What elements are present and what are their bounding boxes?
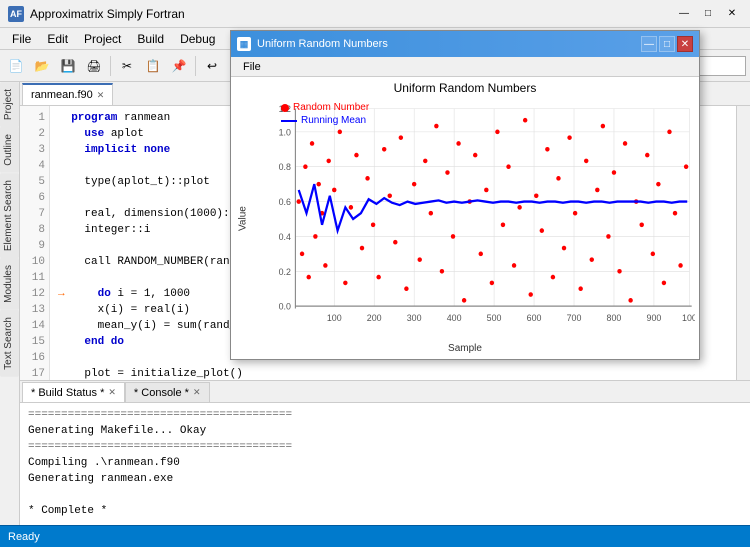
svg-text:400: 400 [447, 313, 462, 323]
chart-title: Uniform Random Numbers [235, 81, 695, 95]
bottom-panel: * Build Status * ✕ * Console * ✕ =======… [20, 380, 750, 525]
sidebar-item-modules[interactable]: Modules [0, 258, 19, 310]
open-button[interactable]: 📂 [30, 54, 54, 78]
svg-text:200: 200 [367, 313, 382, 323]
plot-content: Uniform Random Numbers Value Random Numb… [231, 77, 699, 359]
plot-menubar: File [231, 57, 699, 77]
close-build-tab[interactable]: ✕ [108, 387, 116, 398]
app-title: Approximatrix Simply Fortran [30, 7, 674, 21]
new-file-button[interactable]: 📄 [4, 54, 28, 78]
sidebar-item-text-search[interactable]: Text Search [0, 310, 19, 377]
build-status-tab[interactable]: * Build Status * ✕ [22, 382, 125, 402]
svg-text:100: 100 [327, 313, 342, 323]
separator-2: ======================================== [28, 439, 742, 455]
app-icon: AF [8, 6, 24, 22]
plot-close-button[interactable]: ✕ [677, 36, 693, 52]
plot-icon: ▦ [237, 37, 251, 51]
toolbar-separator-2 [195, 56, 196, 76]
svg-text:0.6: 0.6 [279, 197, 291, 207]
toolbar-separator-1 [110, 56, 111, 76]
x-axis-label: Sample [235, 343, 695, 354]
close-tab-button[interactable]: ✕ [97, 90, 105, 101]
svg-text:0.0: 0.0 [279, 301, 291, 311]
console-tab[interactable]: * Console * ✕ [125, 382, 210, 402]
paste-button[interactable]: 📌 [167, 54, 191, 78]
legend-random-number: Random Number [281, 102, 369, 113]
line-numbers: 12345 678910 1112131415 1617181920 21 [20, 106, 50, 380]
right-scrollbar[interactable] [736, 106, 750, 380]
svg-text:700: 700 [567, 313, 582, 323]
status-text: Ready [8, 531, 40, 543]
svg-text:600: 600 [527, 313, 542, 323]
menu-build[interactable]: Build [129, 30, 172, 48]
sidebar-item-project[interactable]: Project [0, 82, 19, 127]
plot-window[interactable]: ▦ Uniform Random Numbers — □ ✕ File Unif… [230, 30, 700, 360]
bottom-tab-bar: * Build Status * ✕ * Console * ✕ [20, 381, 750, 403]
build-status-label: * Build Status * [31, 387, 104, 399]
svg-text:500: 500 [487, 313, 502, 323]
sidebar-item-outline[interactable]: Outline [0, 127, 19, 173]
svg-text:0.8: 0.8 [279, 162, 291, 172]
plot-maximize-button[interactable]: □ [659, 36, 675, 52]
print-button[interactable]: 🖨 [82, 54, 106, 78]
generating-makefile: Generating Makefile... Okay [28, 423, 742, 439]
file-tab-ranmean[interactable]: ranmean.f90 ✕ [22, 83, 113, 105]
menu-project[interactable]: Project [76, 30, 129, 48]
chart-svg: 0.0 0.2 0.4 0.6 0.8 1.0 1.2 100 200 300 … [251, 97, 695, 341]
plot-titlebar: ▦ Uniform Random Numbers — □ ✕ [231, 31, 699, 57]
console-label: * Console * [134, 387, 189, 399]
y-axis-label: Value [235, 97, 251, 341]
legend-mean-label: Running Mean [301, 115, 366, 126]
undo-button[interactable]: ↩ [200, 54, 224, 78]
plot-title: Uniform Random Numbers [257, 38, 641, 50]
blank-line [28, 487, 742, 503]
menu-debug[interactable]: Debug [172, 30, 223, 48]
legend-running-mean: Running Mean [281, 115, 369, 126]
menu-file[interactable]: File [4, 30, 39, 48]
complete-line: * Complete * [28, 503, 742, 519]
sidebar-item-element-search[interactable]: Element Search [0, 173, 19, 258]
title-bar: AF Approximatrix Simply Fortran — □ ✕ [0, 0, 750, 28]
cut-button[interactable]: ✂ [115, 54, 139, 78]
side-panel: Project Outline Element Search Modules T… [0, 82, 20, 525]
close-console-tab[interactable]: ✕ [193, 387, 201, 398]
menu-edit[interactable]: Edit [39, 30, 76, 48]
legend-line-blue [281, 120, 297, 122]
svg-text:900: 900 [647, 313, 662, 323]
chart-area: Random Number Running Mean [251, 97, 695, 341]
svg-text:1.0: 1.0 [279, 127, 291, 137]
file-tab-label: ranmean.f90 [31, 89, 93, 101]
svg-text:0.4: 0.4 [279, 232, 291, 242]
legend: Random Number Running Mean [281, 102, 369, 128]
compiling-line: Compiling .\ranmean.f90 [28, 455, 742, 471]
plot-minimize-button[interactable]: — [641, 36, 657, 52]
close-button[interactable]: ✕ [722, 4, 742, 24]
svg-text:100: 100 [682, 313, 695, 323]
separator-1: ======================================== [28, 407, 742, 423]
svg-text:800: 800 [607, 313, 622, 323]
copy-button[interactable]: 📋 [141, 54, 165, 78]
status-bar: Ready [0, 525, 750, 547]
build-output: ========================================… [20, 403, 750, 525]
svg-text:300: 300 [407, 313, 422, 323]
legend-dot-red [281, 104, 289, 112]
svg-text:0.2: 0.2 [279, 267, 291, 277]
save-button[interactable]: 💾 [56, 54, 80, 78]
generating-exe: Generating ranmean.exe [28, 471, 742, 487]
plot-menu-file[interactable]: File [237, 60, 267, 74]
maximize-button[interactable]: □ [698, 4, 718, 24]
legend-random-label: Random Number [293, 102, 369, 113]
plot-window-controls: — □ ✕ [641, 36, 693, 52]
minimize-button[interactable]: — [674, 4, 694, 24]
window-controls: — □ ✕ [674, 4, 742, 24]
